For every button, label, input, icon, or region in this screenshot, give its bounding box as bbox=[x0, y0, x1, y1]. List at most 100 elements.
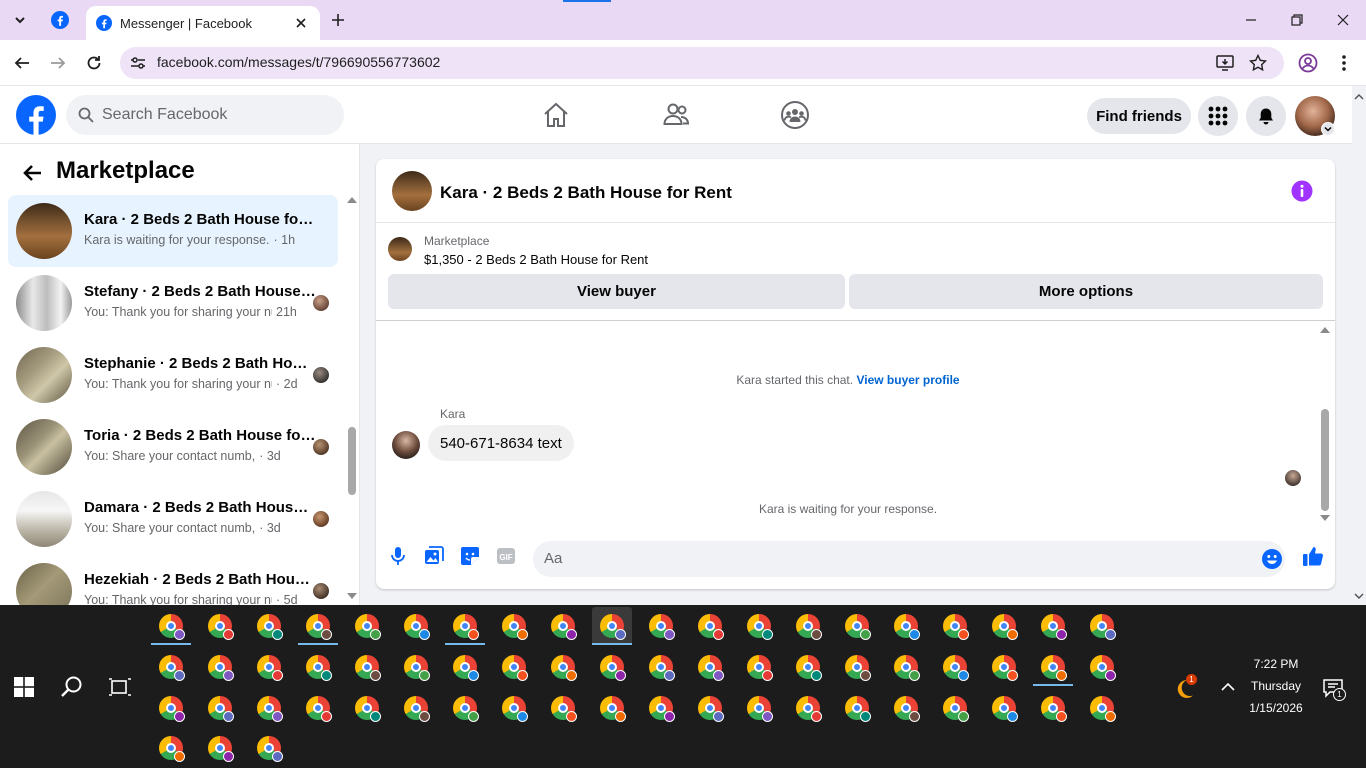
view-buyer-profile-link[interactable]: View buyer profile bbox=[856, 373, 959, 387]
message-thread-scrollbar[interactable] bbox=[1319, 325, 1331, 523]
bookmark-button[interactable] bbox=[1247, 52, 1269, 74]
taskbar-chrome-window[interactable] bbox=[249, 607, 289, 645]
view-buyer-button[interactable]: View buyer bbox=[388, 274, 845, 309]
scroll-down-arrow-icon[interactable] bbox=[1320, 515, 1330, 521]
taskbar-chrome-window[interactable] bbox=[886, 648, 926, 686]
taskbar-chrome-window[interactable] bbox=[445, 689, 485, 727]
taskbar-chrome-window[interactable] bbox=[445, 607, 485, 645]
taskbar-search-icon[interactable] bbox=[60, 675, 84, 699]
browser-menu-button[interactable] bbox=[1332, 51, 1356, 75]
message-input[interactable] bbox=[544, 550, 1244, 567]
taskbar-chrome-window[interactable] bbox=[739, 648, 779, 686]
taskbar-chrome-window[interactable] bbox=[249, 689, 289, 727]
taskbar-chrome-window[interactable] bbox=[886, 607, 926, 645]
minimize-button[interactable] bbox=[1236, 6, 1266, 34]
taskbar-chrome-window[interactable] bbox=[445, 648, 485, 686]
window-close-button[interactable] bbox=[1328, 6, 1358, 34]
taskbar-chrome-window[interactable] bbox=[1033, 607, 1073, 645]
friends-nav[interactable] bbox=[661, 100, 691, 130]
active-tab[interactable]: Messenger | Facebook bbox=[86, 6, 320, 40]
taskbar-chrome-window[interactable] bbox=[1082, 607, 1122, 645]
conversation-item[interactable]: Toria · 2 Beds 2 Bath House for Rent You… bbox=[8, 411, 338, 483]
home-nav[interactable] bbox=[541, 100, 571, 130]
sticker-button[interactable] bbox=[458, 544, 482, 568]
scroll-up-arrow-icon[interactable] bbox=[347, 197, 357, 203]
facebook-search-input[interactable] bbox=[102, 106, 322, 124]
taskbar-chrome-window[interactable] bbox=[249, 648, 289, 686]
taskbar-chrome-window[interactable] bbox=[494, 648, 534, 686]
profile-button[interactable] bbox=[1296, 51, 1320, 75]
taskbar-chrome-window[interactable] bbox=[837, 607, 877, 645]
attach-photo-button[interactable] bbox=[422, 544, 446, 568]
conversation-item[interactable]: Stephanie · 2 Beds 2 Bath House for Rent… bbox=[8, 339, 338, 411]
taskbar-chrome-window[interactable] bbox=[641, 607, 681, 645]
taskbar-chrome-window[interactable] bbox=[543, 607, 583, 645]
taskbar-chrome-window[interactable] bbox=[347, 607, 387, 645]
info-icon[interactable] bbox=[1291, 180, 1313, 202]
conversation-item[interactable]: Hezekiah · 2 Beds 2 Bath House for Rent … bbox=[8, 555, 338, 605]
taskbar-chrome-window[interactable] bbox=[935, 607, 975, 645]
facebook-search[interactable] bbox=[66, 95, 344, 135]
taskbar-chrome-window[interactable] bbox=[837, 648, 877, 686]
voice-clip-button[interactable] bbox=[386, 544, 410, 568]
taskbar-chrome-window[interactable] bbox=[298, 607, 338, 645]
taskbar-chrome-window[interactable] bbox=[151, 648, 191, 686]
site-info-button[interactable] bbox=[128, 53, 148, 73]
taskbar-chrome-window[interactable] bbox=[543, 648, 583, 686]
taskbar-chrome-window[interactable] bbox=[592, 689, 632, 727]
taskbar-chrome-window[interactable] bbox=[347, 689, 387, 727]
more-options-button[interactable]: More options bbox=[849, 274, 1323, 309]
back-to-chats-button[interactable] bbox=[20, 161, 44, 185]
emoji-icon[interactable] bbox=[1262, 549, 1282, 569]
taskbar-chrome-window[interactable] bbox=[788, 607, 828, 645]
windows-start-icon[interactable] bbox=[14, 677, 34, 697]
taskbar-chrome-window[interactable] bbox=[494, 689, 534, 727]
account-menu-chevron[interactable] bbox=[1321, 122, 1335, 136]
taskbar-chrome-window[interactable] bbox=[543, 689, 583, 727]
taskbar-chrome-window[interactable] bbox=[396, 689, 436, 727]
message-input-wrapper[interactable] bbox=[533, 541, 1285, 577]
system-clock[interactable]: 7:22 PM Thursday 1/15/2026 bbox=[1236, 653, 1316, 719]
address-bar[interactable]: facebook.com/messages/t/796690556773602 bbox=[120, 47, 1284, 79]
listing-price-title[interactable]: $1,350 - 2 Beds 2 Bath House for Rent bbox=[424, 252, 648, 267]
message-bubble[interactable]: 540-671-8634 text bbox=[428, 425, 574, 461]
taskbar-chrome-window[interactable] bbox=[788, 648, 828, 686]
taskbar-chrome-window[interactable] bbox=[739, 607, 779, 645]
taskbar-chrome-window[interactable] bbox=[1082, 689, 1122, 727]
scrollbar-thumb[interactable] bbox=[1321, 409, 1329, 511]
taskbar-chrome-window[interactable] bbox=[151, 689, 191, 727]
taskbar-chrome-window[interactable] bbox=[837, 689, 877, 727]
taskbar-chrome-window[interactable] bbox=[935, 648, 975, 686]
taskbar-chrome-window[interactable] bbox=[396, 648, 436, 686]
back-button[interactable] bbox=[10, 51, 34, 75]
taskbar-chrome-window[interactable] bbox=[886, 689, 926, 727]
taskbar-chrome-window[interactable] bbox=[298, 648, 338, 686]
conversation-item[interactable]: Kara · 2 Beds 2 Bath House for Rent Kara… bbox=[8, 195, 338, 267]
menu-button[interactable] bbox=[1198, 96, 1238, 136]
gif-button[interactable]: GIF bbox=[494, 544, 518, 568]
taskbar-chrome-window[interactable] bbox=[592, 648, 632, 686]
restore-button[interactable] bbox=[1282, 6, 1312, 34]
new-tab-button[interactable] bbox=[326, 9, 350, 31]
scroll-up-arrow-icon[interactable] bbox=[1320, 327, 1330, 333]
notifications-button[interactable] bbox=[1246, 96, 1286, 136]
weather-widget[interactable]: 1 bbox=[1172, 674, 1197, 701]
taskbar-chrome-window[interactable] bbox=[396, 607, 436, 645]
task-view-icon[interactable] bbox=[108, 675, 132, 699]
taskbar-chrome-window[interactable] bbox=[1033, 689, 1073, 727]
sender-avatar[interactable] bbox=[392, 431, 420, 459]
taskbar-chrome-window[interactable] bbox=[1082, 648, 1122, 686]
install-app-button[interactable] bbox=[1214, 52, 1236, 74]
scrollbar-thumb[interactable] bbox=[348, 427, 356, 495]
conversation-item[interactable]: Stefany · 2 Beds 2 Bath House for Rent Y… bbox=[8, 267, 338, 339]
pinned-facebook-tab[interactable] bbox=[44, 6, 76, 34]
taskbar-chrome-window[interactable] bbox=[200, 689, 240, 727]
tab-search-button[interactable] bbox=[8, 9, 32, 31]
taskbar-chrome-window[interactable] bbox=[690, 648, 730, 686]
facebook-logo[interactable] bbox=[16, 95, 56, 135]
taskbar-chrome-window[interactable] bbox=[641, 648, 681, 686]
taskbar-chrome-window[interactable] bbox=[298, 689, 338, 727]
chat-listing-avatar[interactable] bbox=[392, 171, 432, 211]
scroll-down-arrow-icon[interactable] bbox=[347, 593, 357, 599]
groups-nav[interactable] bbox=[780, 100, 810, 130]
